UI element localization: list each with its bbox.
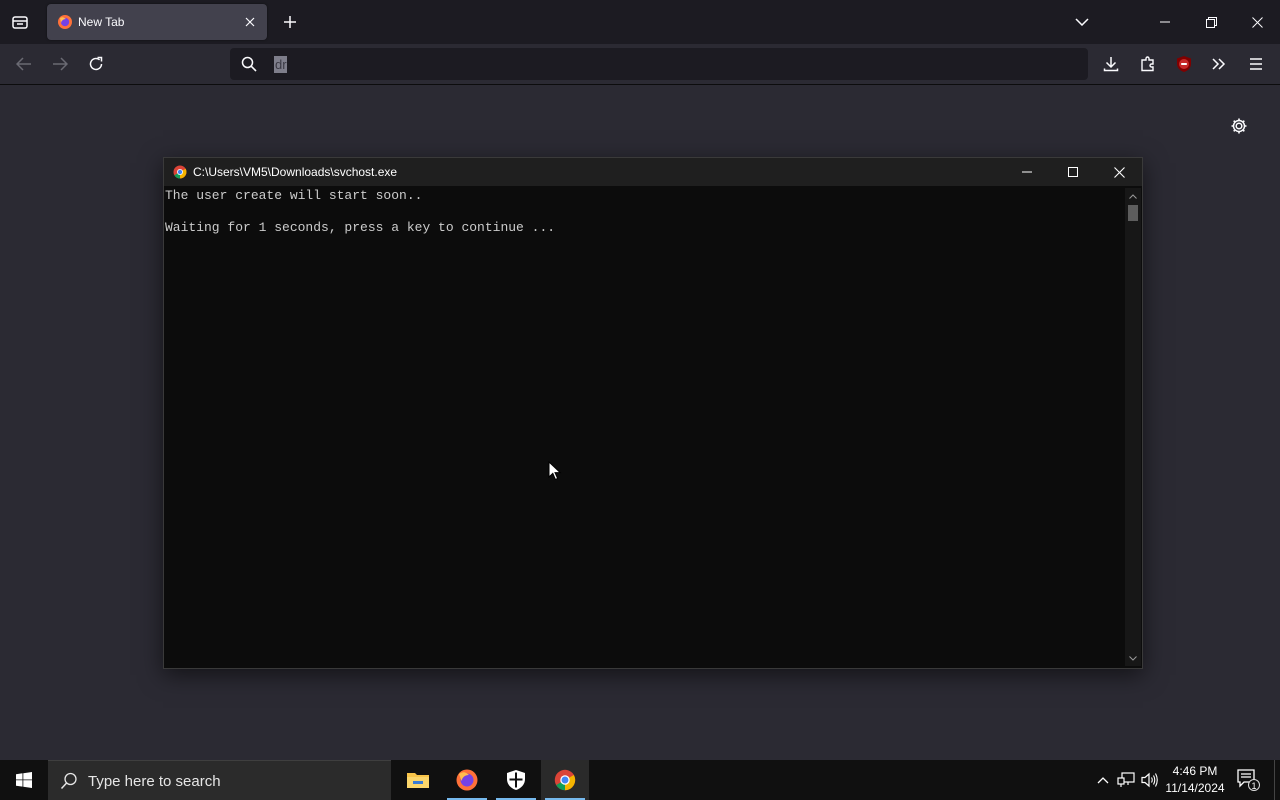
downloads-button[interactable]: [1097, 50, 1125, 78]
close-icon: [245, 17, 255, 27]
network-button[interactable]: [1116, 770, 1136, 790]
chevron-down-icon: [1075, 18, 1089, 26]
tab-title: New Tab: [78, 15, 125, 29]
newtab-settings-button[interactable]: [1226, 113, 1252, 139]
start-button[interactable]: [0, 760, 48, 800]
arrow-right-icon: [53, 57, 68, 71]
forward-button[interactable]: [46, 50, 74, 78]
network-icon: [1117, 772, 1135, 787]
app-menu-button[interactable]: [1242, 50, 1270, 78]
folder-icon: [407, 773, 429, 788]
ublock-shield-icon: [1177, 56, 1191, 72]
mouse-pointer-icon: [548, 461, 562, 481]
volume-button[interactable]: [1140, 770, 1160, 790]
puzzle-icon: [1141, 56, 1154, 72]
search-icon: [60, 772, 77, 790]
minimize-icon: [1022, 171, 1032, 173]
windows-taskbar: Type here to search 4:46 PM 11/14/2024 1: [0, 760, 1280, 800]
arrow-left-icon: [16, 57, 31, 71]
reload-button[interactable]: [82, 50, 110, 78]
search-icon: [241, 56, 257, 72]
console-titlebar[interactable]: C:\Users\VM5\Downloads\svchost.exe: [164, 158, 1142, 186]
list-all-tabs-button[interactable]: [1070, 10, 1094, 34]
browser-navigation-bar: dr: [0, 44, 1280, 85]
show-hidden-icons-button[interactable]: [1093, 770, 1113, 790]
chevron-up-icon: [1129, 193, 1137, 199]
shield-icon: [507, 770, 525, 790]
restore-icon: [1205, 16, 1217, 28]
search-placeholder: Type here to search: [88, 773, 221, 790]
minimize-icon: [1160, 21, 1170, 23]
firefox-favicon-icon: [58, 15, 72, 29]
url-value: dr: [275, 57, 287, 72]
console-minimize-button[interactable]: [1004, 158, 1050, 186]
console-close-button[interactable]: [1096, 158, 1142, 186]
taskbar-search-box[interactable]: Type here to search: [48, 760, 391, 800]
firefox-view-button[interactable]: [6, 9, 34, 35]
scroll-down-button[interactable]: [1125, 652, 1141, 664]
chrome-app-icon: [173, 165, 187, 179]
console-line: Waiting for 1 seconds, press a key to co…: [165, 220, 556, 235]
taskbar-clock[interactable]: 4:46 PM 11/14/2024: [1160, 763, 1230, 797]
taskbar-windows-security[interactable]: [492, 760, 540, 800]
more-tools-button[interactable]: [1205, 50, 1233, 78]
windows-logo-icon: [16, 772, 32, 788]
chevron-down-icon: [1129, 655, 1137, 661]
browser-close-button[interactable]: [1234, 0, 1280, 44]
console-line: The user create will start soon..: [165, 188, 423, 203]
browser-tab-strip: New Tab: [0, 0, 1280, 44]
maximize-icon: [1068, 167, 1078, 177]
browser-restore-button[interactable]: [1188, 0, 1234, 44]
chrome-icon: [554, 769, 576, 791]
console-output[interactable]: The user create will start soon.. Waitin…: [164, 186, 1124, 666]
chevron-double-right-icon: [1212, 58, 1226, 70]
show-desktop-button[interactable]: [1274, 760, 1280, 800]
clock-time: 4:46 PM: [1172, 764, 1218, 778]
download-icon: [1103, 57, 1119, 72]
speaker-icon: [1141, 772, 1158, 788]
hamburger-menu-icon: [1250, 58, 1262, 70]
gear-icon: [1231, 118, 1247, 134]
taskbar-firefox[interactable]: [443, 760, 491, 800]
notification-count-badge: 1: [1248, 779, 1260, 791]
tab-new-tab[interactable]: New Tab: [47, 4, 267, 40]
console-title: C:\Users\VM5\Downloads\svchost.exe: [193, 165, 398, 179]
action-center-button[interactable]: 1: [1236, 768, 1260, 792]
console-scrollbar[interactable]: [1125, 188, 1141, 666]
close-icon: [1113, 166, 1125, 178]
scroll-up-button[interactable]: [1125, 190, 1141, 202]
clock-date: 11/14/2024: [1165, 781, 1225, 795]
taskbar-chrome[interactable]: [541, 760, 589, 800]
firefox-icon: [456, 769, 478, 791]
firefox-view-icon: [12, 16, 28, 29]
address-bar[interactable]: dr: [230, 48, 1088, 80]
extensions-button[interactable]: [1134, 50, 1162, 78]
reload-icon: [89, 56, 103, 71]
console-window[interactable]: C:\Users\VM5\Downloads\svchost.exe The u…: [163, 157, 1143, 669]
chevron-up-icon: [1097, 776, 1109, 783]
back-button[interactable]: [10, 50, 38, 78]
scroll-thumb[interactable]: [1128, 205, 1138, 221]
new-tab-button[interactable]: [278, 10, 302, 34]
plus-icon: [284, 16, 296, 28]
browser-minimize-button[interactable]: [1142, 0, 1188, 44]
close-icon: [1251, 16, 1263, 28]
ublock-origin-button[interactable]: [1170, 50, 1198, 78]
console-maximize-button[interactable]: [1050, 158, 1096, 186]
taskbar-file-explorer[interactable]: [394, 760, 442, 800]
tab-close-button[interactable]: [241, 13, 259, 31]
